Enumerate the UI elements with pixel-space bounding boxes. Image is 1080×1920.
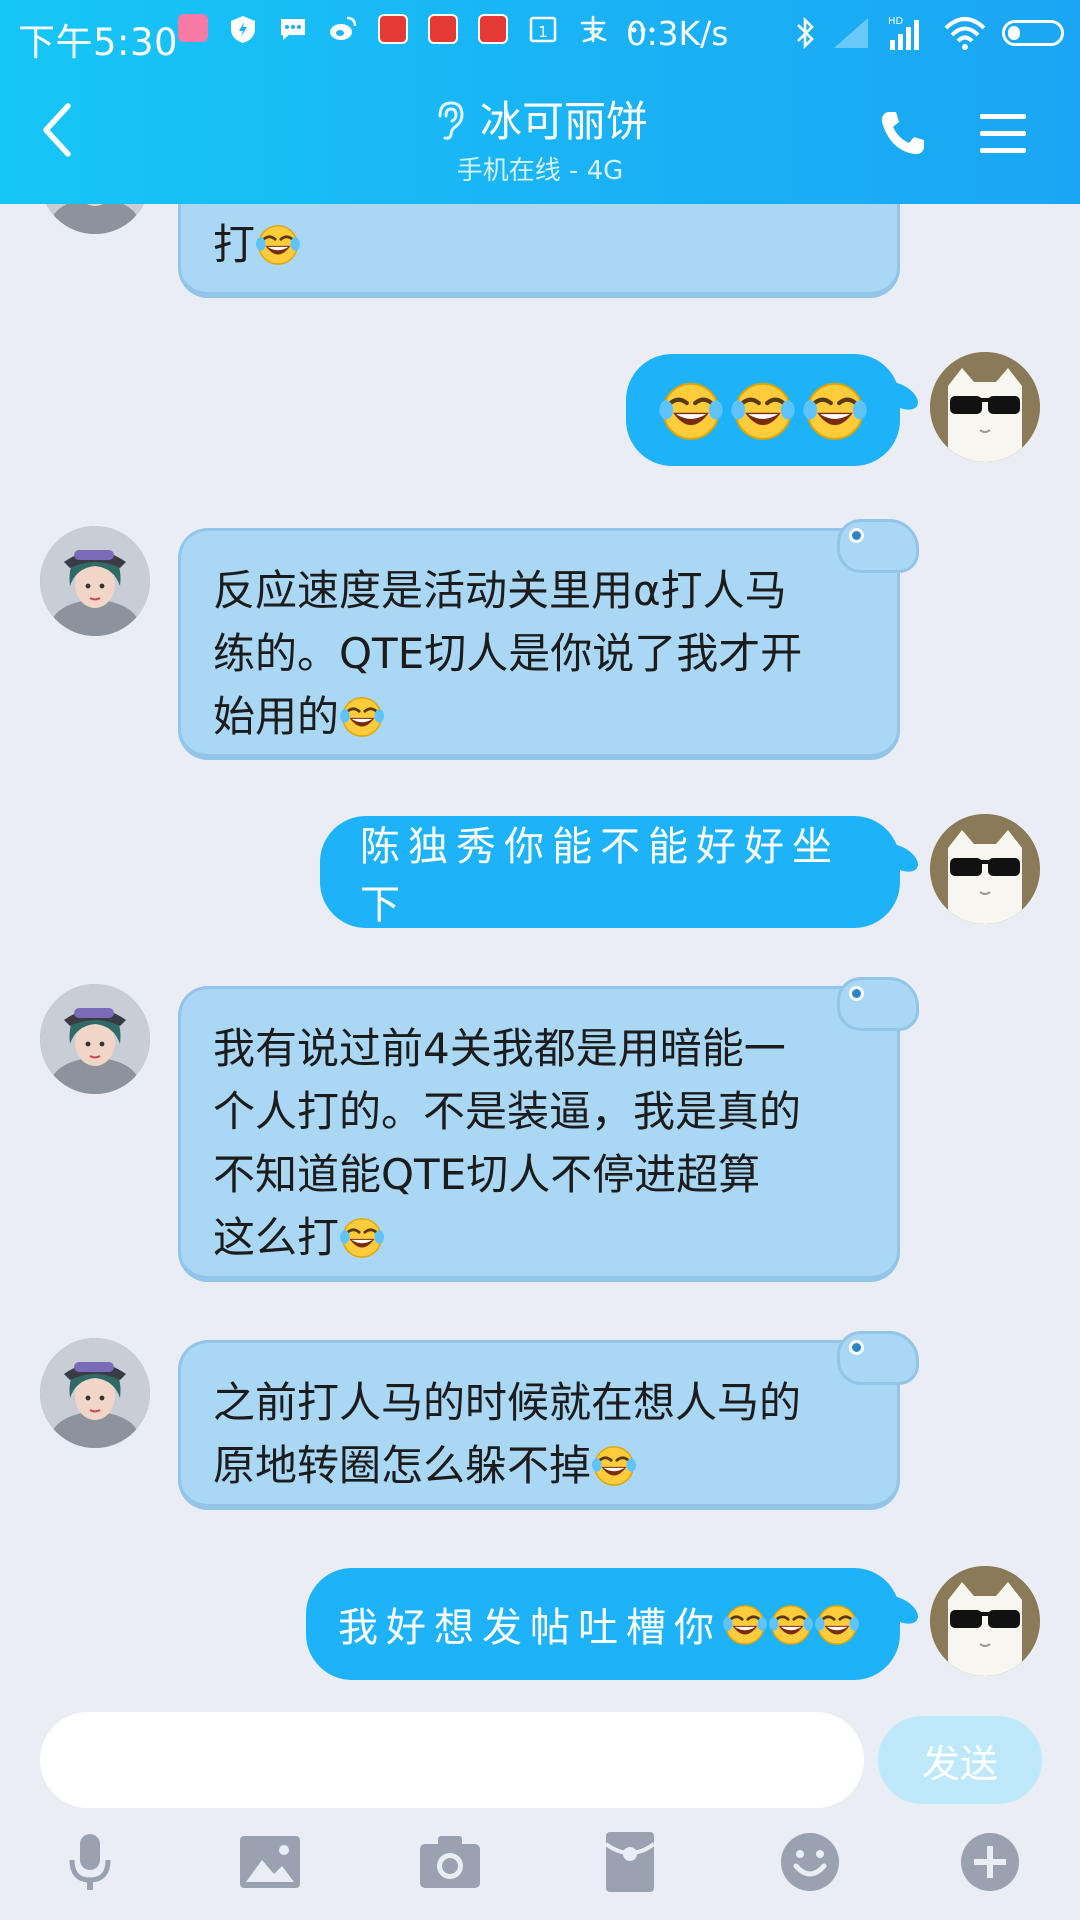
message-bubble-incoming[interactable]: 之前打人马的时候就在想人马的 原地转圈怎么躲不掉 [178,1331,919,1510]
red-packet-icon[interactable] [598,1830,662,1894]
message-line: 之前打人马的时候就在想人马的 [213,1378,802,1427]
whale-bubble-decoration [837,519,919,573]
message-bubble-outgoing[interactable]: 我好想发帖吐槽你 [306,1568,918,1680]
send-button[interactable]: 发送 [878,1716,1042,1804]
laugh-emoji-icon [802,377,868,443]
laugh-emoji-icon [591,1442,637,1488]
message-line: 不知道能QTE切人不停进超算 [213,1150,761,1199]
message-input[interactable] [40,1712,864,1808]
shield-icon [231,16,255,43]
svg-text:1: 1 [538,23,548,41]
status-time: 下午5:30 [18,21,179,64]
message-bubble-incoming[interactable]: 我有说过前4关我都是用暗能一 个人打的。不是装逼，我是真的 不知道能QTE切人不… [178,977,919,1282]
laugh-emoji-icon [255,221,301,267]
wifi-icon [944,17,986,50]
alipay-icon [580,15,607,43]
mic-icon[interactable] [58,1830,122,1894]
my-avatar[interactable] [930,814,1040,924]
message-line: 这么打 [213,1213,340,1262]
battery-icon [1002,20,1064,46]
image-icon[interactable] [238,1830,302,1894]
status-bar: 下午5:30 1 0.3K/s HD [0,0,1080,66]
message-bubble-incoming[interactable]: 反应速度是活动关里用α打人马 练的。QTE切人是你说了我才开 始用的 [178,519,919,760]
contact-avatar[interactable] [40,984,150,1094]
bubble-tail [882,839,918,877]
laugh-emoji-icon [814,1601,860,1647]
messages-icon [281,19,305,40]
whale-bubble-decoration [837,1331,919,1385]
camera-icon[interactable] [418,1830,482,1894]
message-line: 始用的 [213,692,340,741]
laugh-emoji-icon [768,1601,814,1647]
signal-weak-icon [834,18,868,48]
whale-bubble-decoration [837,977,919,1031]
svg-text:HD: HD [888,16,904,27]
ear-icon [438,101,464,140]
my-avatar[interactable] [930,352,1040,462]
chat-title-text: 冰可丽饼 [479,97,648,146]
red-app-icon [478,14,508,44]
emoji-icon[interactable] [778,1830,842,1894]
my-avatar[interactable] [930,1566,1040,1676]
message-text: 我好想发帖吐槽你 [338,1605,722,1651]
red-app-icon [428,14,458,44]
message-bubble-outgoing[interactable]: 陈独秀你能不能好好坐下 [320,816,918,928]
laugh-emoji-icon [730,377,796,443]
weibo-icon [330,16,357,40]
laugh-emoji-icon [339,693,385,739]
contact-avatar[interactable] [40,526,150,636]
bubble-tail [882,1591,918,1629]
status-right: HD [794,14,1064,52]
message-line: 练的。QTE切人是你说了我才开 [213,629,803,678]
message-bubble-outgoing[interactable] [626,354,918,466]
plus-icon[interactable] [958,1830,1022,1894]
message-line: 个人打的。不是装逼，我是真的 [213,1087,802,1136]
phone-call-button[interactable] [878,108,928,158]
network-speed: 0.3K/s [626,14,729,53]
message-line: 原地转圈怎么躲不掉 [213,1441,592,1490]
laugh-emoji-icon [658,377,724,443]
lala-app-icon [178,14,208,42]
laugh-emoji-icon [339,1214,385,1260]
status-app-icons: 1 [178,14,658,44]
menu-button[interactable] [978,112,1028,156]
bluetooth-icon [797,16,814,50]
calendar-icon: 1 [529,16,557,43]
red-app-icon [378,14,408,44]
bubble-tail [882,377,918,415]
message-text: 陈独秀你能不能好好坐下 [360,824,840,928]
top-bar: 下午5:30 1 0.3K/s HD 冰可丽饼 手机在线 - 4G [0,0,1080,204]
laugh-emoji-icon [722,1601,768,1647]
signal-hd-icon: HD [888,16,919,50]
message-line: 反应速度是活动关里用α打人马 [213,566,787,615]
message-line: 我有说过前4关我都是用暗能一 [213,1024,786,1073]
contact-avatar[interactable] [40,1338,150,1448]
input-toolbar [0,1830,1080,1910]
message-text: 打 [213,220,256,269]
